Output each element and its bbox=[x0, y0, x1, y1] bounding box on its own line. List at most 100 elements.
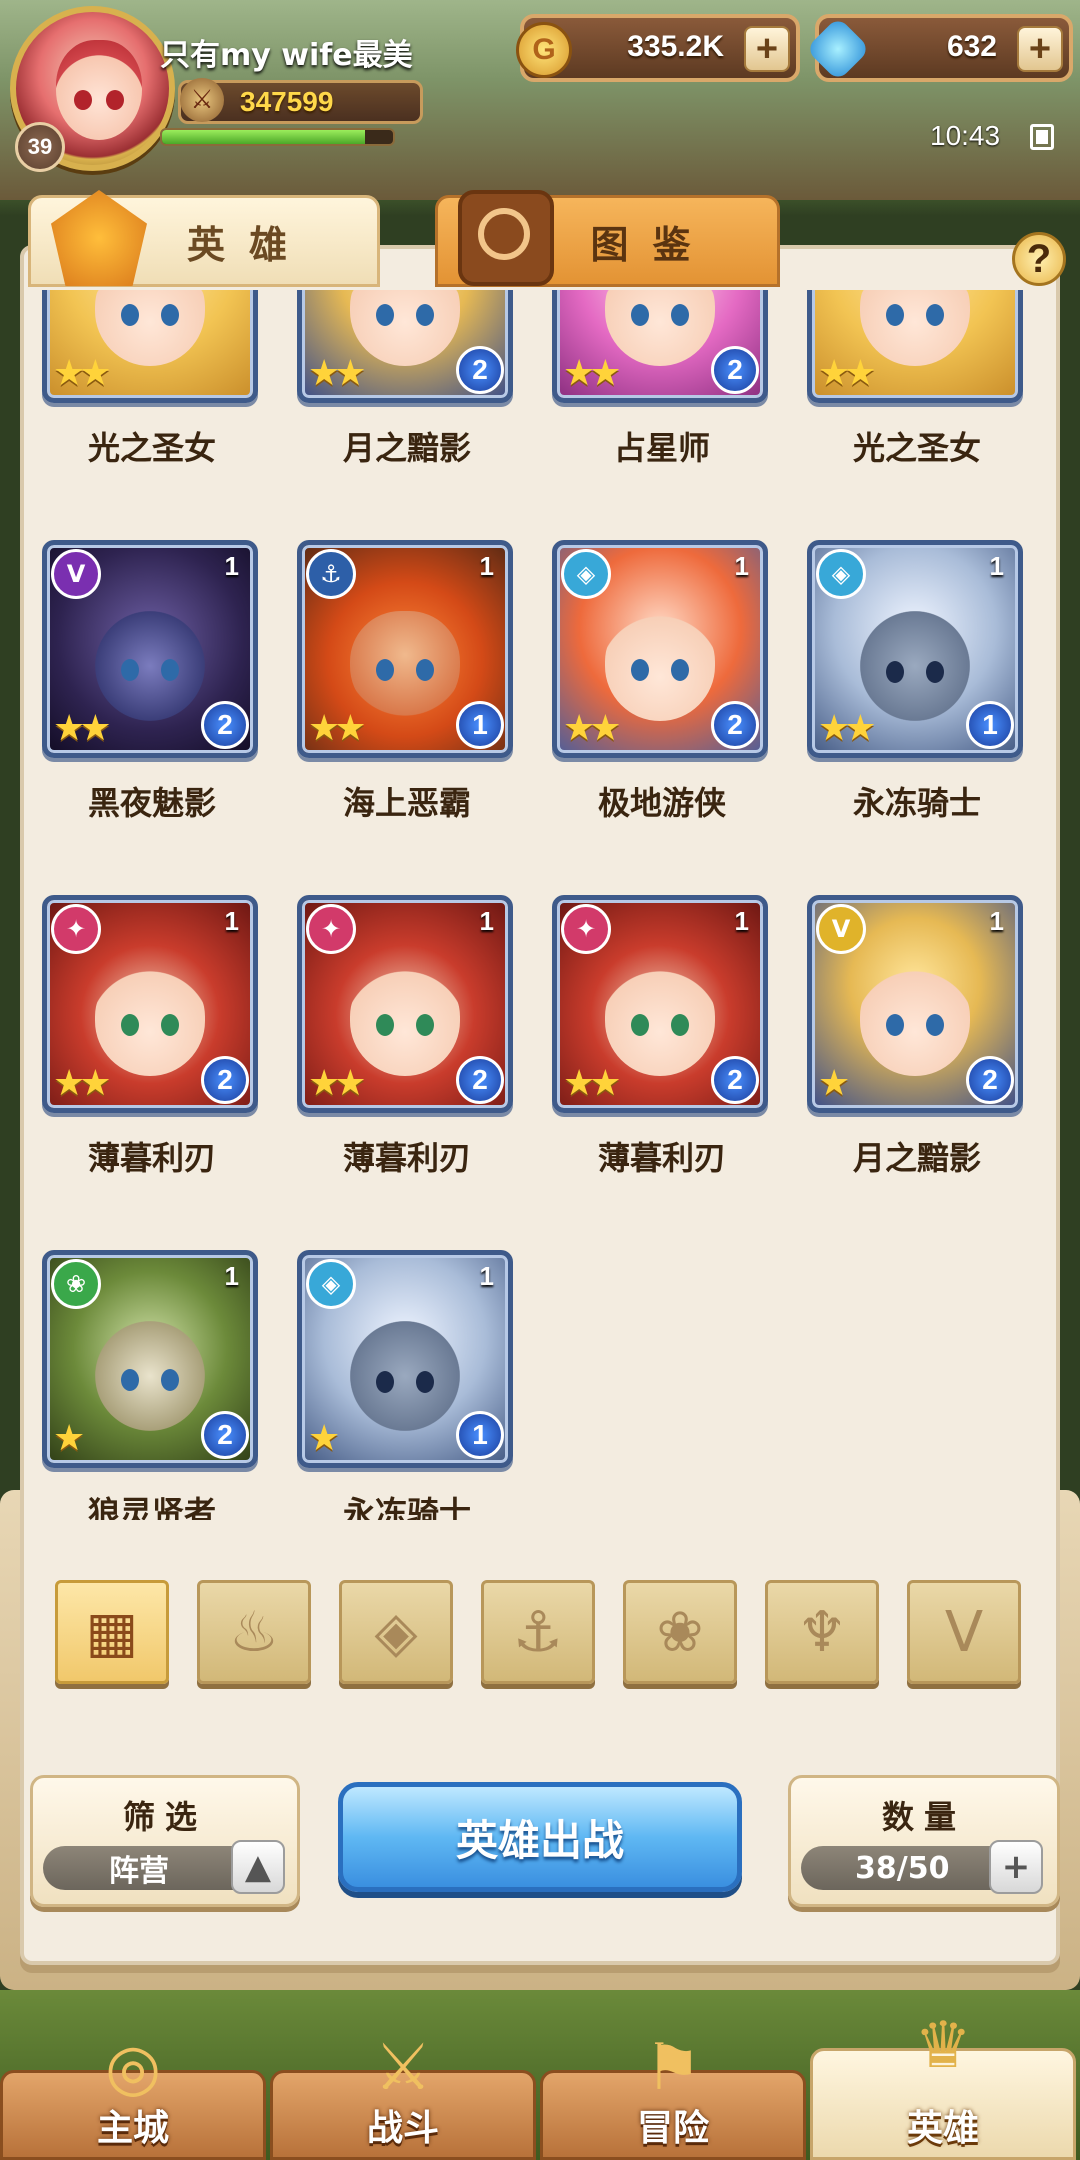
hero-face bbox=[95, 1320, 205, 1431]
hero-name: 光之圣女 bbox=[87, 429, 216, 467]
hero-rank-badge: 2 bbox=[456, 1056, 504, 1104]
hero-rank-badge: 2 bbox=[201, 701, 249, 749]
add-gold-button[interactable]: + bbox=[744, 26, 790, 72]
hero-card[interactable]: ◈ 1 ★★ 2 极地游侠 bbox=[542, 540, 772, 860]
hero-card[interactable]: ★★ 2 月之黯影 bbox=[287, 290, 517, 505]
hero-card[interactable]: V 1 ★ 2 月之黯影 bbox=[797, 895, 1027, 1215]
hero-portrait[interactable]: ✦ 1 ★★ 2 bbox=[552, 895, 768, 1113]
hero-rank-badge: 2 bbox=[201, 1056, 249, 1104]
hero-portrait[interactable]: ⚓ 1 ★★ 1 bbox=[297, 540, 513, 758]
star-rating: ★★ bbox=[563, 353, 621, 394]
hero-card[interactable]: ◈ 1 ★ 1 永冻骑士 bbox=[287, 1250, 517, 1520]
deploy-heroes-button[interactable]: 英雄出战 bbox=[338, 1782, 742, 1892]
hero-face bbox=[860, 290, 970, 366]
nav-item-0[interactable]: ◎ 主城 bbox=[0, 2031, 266, 2160]
gold-counter: G 335.2K + bbox=[516, 14, 800, 82]
filter-dropdown[interactable]: 阵营 ▲ bbox=[43, 1840, 285, 1894]
faction-icon: ◈ bbox=[561, 549, 611, 599]
hero-count: 1 bbox=[224, 906, 239, 936]
dark-faction-icon[interactable]: ♆ bbox=[765, 1580, 879, 1684]
faction-icon: ✦ bbox=[561, 904, 611, 954]
grid-icon[interactable]: ▦ bbox=[55, 1580, 169, 1684]
hero-rank-badge: 2 bbox=[201, 1411, 249, 1459]
hero-face bbox=[350, 290, 460, 366]
hero-portrait[interactable]: ✦ 1 ★★ 2 bbox=[42, 895, 258, 1113]
hero-portrait[interactable]: ◈ 1 ★ 1 bbox=[297, 1250, 513, 1468]
hero-card[interactable]: ✦ 1 ★★ 2 薄暮利刃 bbox=[287, 895, 517, 1215]
faction-icon: ✦ bbox=[306, 904, 356, 954]
hero-rank-badge: 1 bbox=[456, 701, 504, 749]
star-rating: ★★ bbox=[308, 708, 366, 749]
tab-heroes[interactable]: 英雄 bbox=[28, 190, 380, 287]
nav-item-2[interactable]: ⚑ 冒险 bbox=[540, 2031, 806, 2160]
hero-rank-badge: 2 bbox=[711, 1056, 759, 1104]
expand-capacity-button[interactable]: + bbox=[989, 1840, 1043, 1894]
anchor-faction-icon[interactable]: ⚓ bbox=[481, 1580, 595, 1684]
star-rating: ★★ bbox=[53, 708, 111, 749]
hero-portrait[interactable]: ✦ 1 ★★ 2 bbox=[297, 895, 513, 1113]
hero-card[interactable]: ⚓ 1 ★★ 1 海上恶霸 bbox=[287, 540, 517, 860]
hero-card[interactable]: ❀ 1 ★ 2 狼灵贤者 bbox=[32, 1250, 262, 1520]
chevron-up-icon[interactable]: ▲ bbox=[231, 1840, 285, 1894]
hero-card[interactable]: ✦ 1 ★★ 2 薄暮利刃 bbox=[32, 895, 262, 1215]
add-gems-button[interactable]: + bbox=[1017, 26, 1063, 72]
help-button[interactable]: ? bbox=[1012, 232, 1066, 286]
hero-name: 占星师 bbox=[613, 429, 710, 467]
hero-portrait[interactable]: ◈ 1 ★★ 2 bbox=[552, 540, 768, 758]
filter-value: 阵营 bbox=[109, 1854, 169, 1889]
hero-face bbox=[605, 290, 715, 366]
hero-grid[interactable]: ★★ 光之圣女 ★★ 2 月之黯影 ★★ 2 占星师 ★★ 光之圣女 V 1 ★★ 2 黑夜魅影 ⚓ 1 ★★ 1 海… bbox=[32, 290, 1052, 1520]
hero-portrait[interactable]: ❀ 1 ★ 2 bbox=[42, 1250, 258, 1468]
nav-item-1[interactable]: ⚔ 战斗 bbox=[270, 2031, 536, 2160]
star-rating: ★★ bbox=[53, 1063, 111, 1104]
hero-face bbox=[95, 610, 205, 721]
tab-heroes-label: 英雄 bbox=[186, 222, 311, 267]
star-rating: ★★ bbox=[563, 1063, 621, 1104]
hero-rank-badge: 2 bbox=[456, 346, 504, 394]
hero-count: 1 bbox=[734, 906, 749, 936]
hero-face bbox=[350, 965, 460, 1076]
fire-faction-icon[interactable]: ♨ bbox=[197, 1580, 311, 1684]
light-faction-icon[interactable]: V bbox=[907, 1580, 1021, 1684]
tab-codex[interactable]: 图鉴 bbox=[435, 190, 780, 287]
star-rating: ★ bbox=[818, 1063, 850, 1104]
hero-portrait[interactable]: ★★ 2 bbox=[552, 290, 768, 403]
hero-portrait[interactable]: V 1 ★ 2 bbox=[807, 895, 1023, 1113]
hero-name: 海上恶霸 bbox=[342, 784, 471, 822]
hero-card[interactable]: V 1 ★★ 2 黑夜魅影 bbox=[32, 540, 262, 860]
hero-name: 黑夜魅影 bbox=[87, 784, 216, 822]
hero-name: 薄暮利刃 bbox=[597, 1139, 726, 1177]
battery-icon bbox=[1030, 124, 1054, 150]
hero-card[interactable]: ◈ 1 ★★ 1 永冻骑士 bbox=[797, 540, 1027, 860]
magnifier-icon bbox=[458, 190, 554, 286]
hero-count: 1 bbox=[224, 551, 239, 581]
star-rating: ★★ bbox=[308, 353, 366, 394]
ice-faction-icon[interactable]: ◈ bbox=[339, 1580, 453, 1684]
hero-portrait[interactable]: ★★ 2 bbox=[297, 290, 513, 403]
hero-face bbox=[350, 1320, 460, 1431]
hero-name: 永冻骑士 bbox=[852, 784, 981, 822]
hero-count: 1 bbox=[479, 906, 494, 936]
hero-helmet-icon bbox=[51, 190, 147, 286]
hero-card[interactable]: ★★ 光之圣女 bbox=[32, 290, 262, 505]
hero-card[interactable]: ★★ 光之圣女 bbox=[797, 290, 1027, 505]
nav-item-3[interactable]: ♛ 英雄 bbox=[810, 2009, 1076, 2160]
tab-codex-label: 图鉴 bbox=[590, 222, 715, 267]
count-pill: 38/50 + bbox=[801, 1840, 1043, 1894]
hero-card[interactable]: ★★ 2 占星师 bbox=[542, 290, 772, 505]
hero-portrait[interactable]: V 1 ★★ 2 bbox=[42, 540, 258, 758]
hero-count: 1 bbox=[224, 1261, 239, 1291]
faction-icon: V bbox=[816, 904, 866, 954]
player-level-badge: 39 bbox=[15, 122, 65, 172]
hero-portrait[interactable]: ◈ 1 ★★ 1 bbox=[807, 540, 1023, 758]
hero-name: 光之圣女 bbox=[852, 429, 981, 467]
nature-faction-icon[interactable]: ❀ bbox=[623, 1580, 737, 1684]
bottom-nav: ◎ 主城 ⚔ 战斗 ⚑ 冒险 ♛ 英雄 bbox=[0, 1990, 1080, 2160]
hero-name: 薄暮利刃 bbox=[87, 1139, 216, 1177]
faction-filter-bar: ▦ ♨ ◈ ⚓ ❀ ♆ V bbox=[55, 1580, 1035, 1684]
hero-rank-badge: 1 bbox=[456, 1411, 504, 1459]
hero-name: 狼灵贤者 bbox=[87, 1494, 216, 1520]
hero-portrait[interactable]: ★★ bbox=[807, 290, 1023, 403]
hero-card[interactable]: ✦ 1 ★★ 2 薄暮利刃 bbox=[542, 895, 772, 1215]
hero-portrait[interactable]: ★★ bbox=[42, 290, 258, 403]
